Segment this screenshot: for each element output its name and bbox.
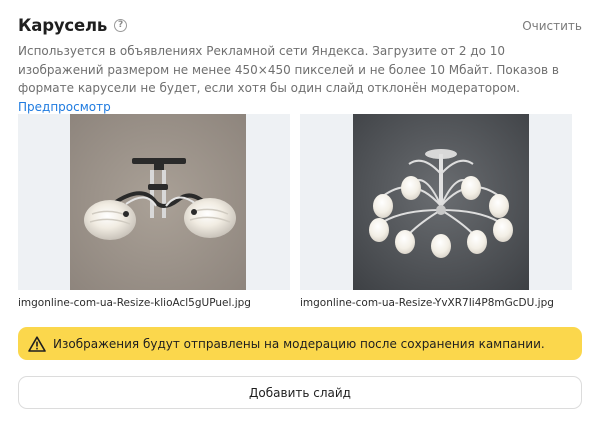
slide-item[interactable]: imgonline-com-ua-Resize-klioAcl5gUPuel.j… xyxy=(18,114,290,309)
slide-thumbnail[interactable] xyxy=(300,114,572,290)
slide-file-name: imgonline-com-ua-Resize-YvXR7Ii4P8mGcDU.… xyxy=(300,297,554,309)
title-wrap: Карусель ? xyxy=(18,16,128,35)
section-title: Карусель xyxy=(18,16,108,35)
section-header: Карусель ? Очистить xyxy=(18,16,582,40)
warning-triangle-icon xyxy=(28,335,46,352)
moderation-warning: Изображения будут отправлены на модераци… xyxy=(18,327,582,360)
slides-list: imgonline-com-ua-Resize-klioAcl5gUPuel.j… xyxy=(18,114,582,310)
chandelier-photo xyxy=(353,114,529,290)
add-slide-button[interactable]: Добавить слайд xyxy=(18,376,582,409)
slide-thumbnail[interactable] xyxy=(18,114,290,290)
question-circle-icon[interactable]: ? xyxy=(114,19,128,32)
section-description: Используется в объявлениях Рекламной сет… xyxy=(18,42,584,116)
warning-text: Изображения будут отправлены на модераци… xyxy=(53,336,545,351)
preview-link[interactable]: Предпросмотр xyxy=(18,100,111,114)
slide-file-name: imgonline-com-ua-Resize-klioAcl5gUPuel.j… xyxy=(18,297,251,309)
description-text: Используется в объявлениях Рекламной сет… xyxy=(18,44,559,95)
chandelier-photo xyxy=(70,114,246,290)
slide-item[interactable]: imgonline-com-ua-Resize-YvXR7Ii4P8mGcDU.… xyxy=(300,114,572,309)
clear-button[interactable]: Очистить xyxy=(522,19,582,33)
carousel-section: Карусель ? Очистить Используется в объяв… xyxy=(0,0,600,422)
